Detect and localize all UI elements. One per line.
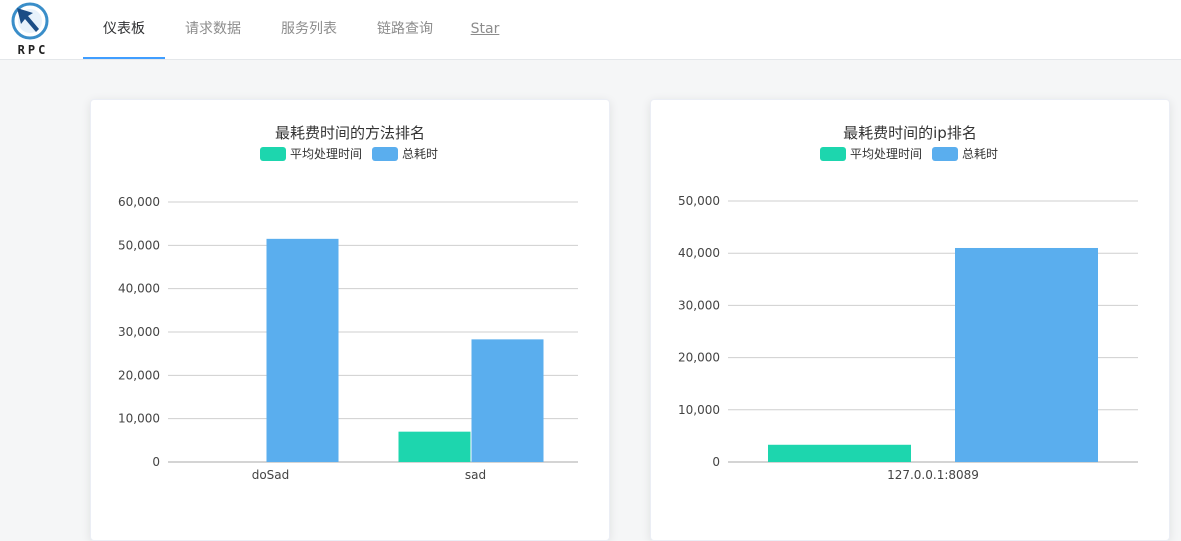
y-tick-label: 20,000 (678, 351, 720, 365)
y-tick-label: 0 (712, 455, 720, 469)
legend-label: 平均处理时间 (290, 147, 362, 161)
tab-dashboard[interactable]: 仪表板 (83, 0, 165, 59)
top-navigation-bar: RPC 仪表板 请求数据 服务列表 链路查询 Star (0, 0, 1181, 60)
y-tick-label: 50,000 (118, 238, 160, 252)
bar-total-time (955, 247, 1098, 462)
chart-title: 最耗费时间的方法排名 (275, 124, 425, 142)
legend-swatch (260, 147, 286, 161)
rpc-logo[interactable]: RPC (9, 2, 55, 58)
legend-swatch (932, 147, 958, 161)
x-tick-label: 127.0.0.1:8089 (887, 468, 979, 482)
chart-card-ip-ranking: 最耗费时间的ip排名平均处理时间 总耗时 0 10,000 20,000 30,000 40… (650, 99, 1170, 541)
bar-chart: 最耗费时间的ip排名平均处理时间 总耗时 0 10,000 20,000 30,000 40… (678, 124, 1138, 482)
y-tick-label: 60,000 (118, 195, 160, 209)
chart-card-method-ranking: 最耗费时间的方法排名平均处理时间 总耗时 0 10,000 20,000 30,000 40… (90, 99, 610, 541)
y-tick-label: 20,000 (118, 368, 160, 382)
tab-request-data[interactable]: 请求数据 (171, 0, 255, 59)
tab-trace-query[interactable]: 链路查询 (363, 0, 447, 59)
y-tick-label: 40,000 (118, 282, 160, 296)
y-tick-label: 30,000 (118, 325, 160, 339)
legend-swatch (820, 147, 846, 161)
y-tick-label: 10,000 (118, 412, 160, 426)
y-tick-label: 10,000 (678, 403, 720, 417)
y-tick-label: 40,000 (678, 246, 720, 260)
y-tick-label: 30,000 (678, 298, 720, 312)
legend-label: 平均处理时间 (850, 147, 922, 161)
bar-avg-time (768, 444, 911, 462)
tab-star-link[interactable]: Star (459, 0, 511, 59)
tab-service-list[interactable]: 服务列表 (267, 0, 351, 59)
y-tick-label: 0 (152, 455, 160, 469)
y-tick-label: 50,000 (678, 194, 720, 208)
bar-total-time (266, 238, 339, 462)
x-tick-label: sad (465, 468, 486, 482)
bar-avg-time (398, 431, 471, 462)
rpc-logo-icon (11, 2, 49, 40)
logo-text: RPC (17, 43, 49, 57)
bar-chart: 最耗费时间的方法排名平均处理时间 总耗时 0 10,000 20,000 30,000 40… (118, 124, 578, 482)
legend-swatch (372, 147, 398, 161)
legend-label: 总耗时 (402, 147, 438, 161)
x-tick-label: doSad (252, 468, 290, 482)
chart-title: 最耗费时间的ip排名 (843, 124, 977, 142)
bar-total-time (471, 339, 544, 462)
legend-label: 总耗时 (962, 147, 998, 161)
